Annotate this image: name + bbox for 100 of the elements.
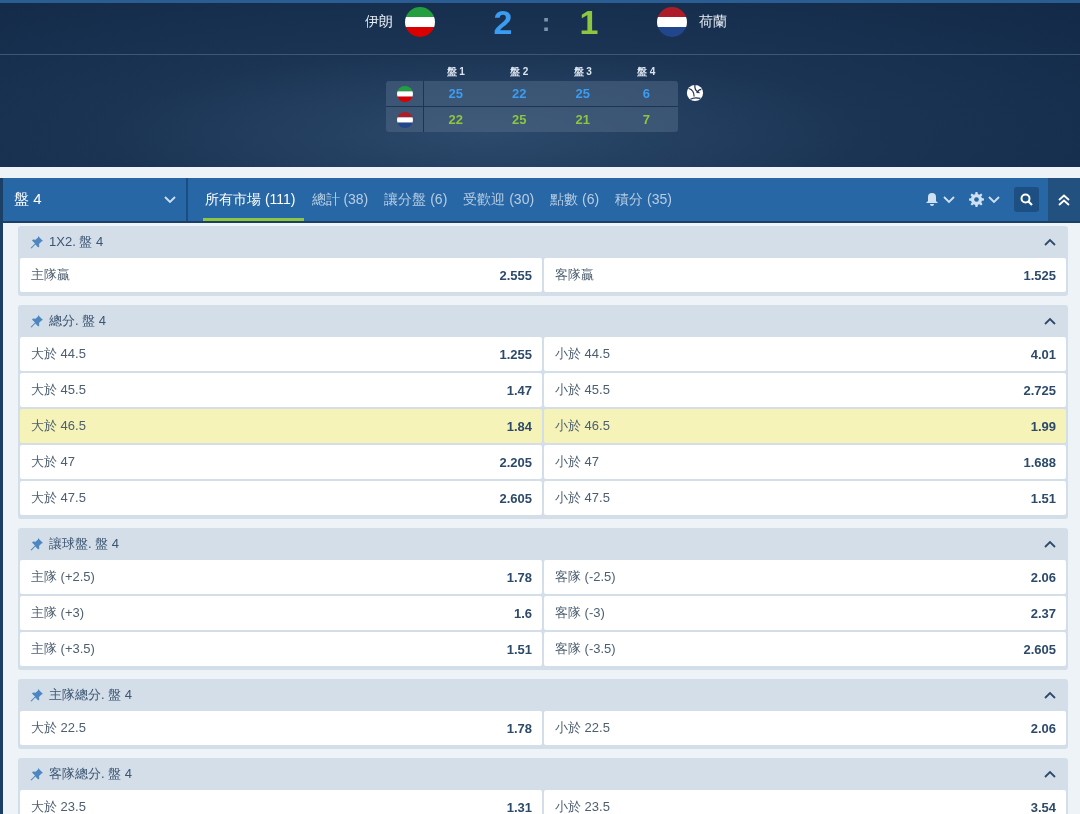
option-label: 主隊 (+3) — [31, 604, 85, 622]
option-label: 客隊 (-3) — [555, 604, 605, 622]
option-label: 客隊贏 — [555, 266, 594, 284]
odds-value: 1.51 — [1030, 490, 1056, 506]
odds-option[interactable]: 大於 22.5 1.78 — [20, 711, 542, 745]
market-tab[interactable]: 讓分盤 (6) — [376, 178, 456, 221]
option-label: 小於 45.5 — [555, 381, 610, 399]
odds-option[interactable]: 小於 47.5 1.51 — [544, 481, 1066, 515]
market-header[interactable]: 主隊總分. 盤 4 — [18, 679, 1068, 711]
odds-value: 1.78 — [506, 720, 532, 736]
market-tab[interactable]: 積分 (35) — [607, 178, 680, 221]
option-label: 客隊 (-2.5) — [555, 568, 616, 586]
option-label: 小於 22.5 — [555, 719, 610, 737]
odds-option[interactable]: 小於 22.5 2.06 — [544, 711, 1066, 745]
notifications-button[interactable] — [925, 192, 955, 207]
option-label: 主隊 (+3.5) — [31, 640, 95, 658]
caret-icon[interactable] — [1044, 769, 1056, 779]
settings-icon — [969, 192, 984, 207]
odds-option[interactable]: 小於 46.5 1.99 — [544, 409, 1066, 443]
odds-option[interactable]: 大於 23.5 1.31 — [20, 790, 542, 814]
odds-option[interactable]: 客隊贏 1.525 — [544, 258, 1066, 292]
odds-option[interactable]: 客隊 (-2.5) 2.06 — [544, 560, 1066, 594]
option-label: 小於 46.5 — [555, 417, 610, 435]
bell-icon — [925, 192, 939, 207]
odds-value: 1.525 — [1023, 267, 1056, 283]
double-chevron-up-icon — [1058, 193, 1070, 206]
search-icon — [1020, 193, 1033, 206]
option-label: 大於 46.5 — [31, 417, 86, 435]
set-header: 盤 3 — [572, 65, 593, 79]
odds-value: 4.01 — [1030, 346, 1056, 362]
odds-option[interactable]: 小於 23.5 3.54 — [544, 790, 1066, 814]
market-title: 主隊總分. 盤 4 — [49, 686, 134, 704]
caret-icon[interactable] — [1044, 539, 1056, 549]
option-label: 大於 47.5 — [31, 489, 86, 507]
odds-option[interactable]: 小於 44.5 4.01 — [544, 337, 1066, 371]
market-header[interactable]: 1X2. 盤 4 — [18, 226, 1068, 258]
odds-option[interactable]: 大於 47 2.205 — [20, 445, 542, 479]
market-header[interactable]: 客隊總分. 盤 4 — [18, 758, 1068, 790]
odds-value: 2.37 — [1030, 605, 1056, 621]
market-title: 1X2. 盤 4 — [49, 233, 105, 251]
odds-option[interactable]: 大於 44.5 1.255 — [20, 337, 542, 371]
market-tab[interactable]: 受歡迎 (30) — [455, 178, 543, 221]
option-label: 大於 22.5 — [31, 719, 86, 737]
set-score: 25 — [447, 86, 464, 101]
market-tab[interactable]: 點數 (6) — [542, 178, 608, 221]
pin-icon — [30, 688, 43, 702]
odds-value: 1.6 — [513, 605, 532, 621]
collapse-button[interactable] — [1048, 178, 1080, 221]
set-score: 21 — [574, 112, 591, 127]
odds-option[interactable]: 大於 47.5 2.605 — [20, 481, 542, 515]
market-title: 總分. 盤 4 — [49, 312, 108, 330]
odds-option[interactable]: 主隊 (+3.5) 1.51 — [20, 632, 542, 666]
caret-icon[interactable] — [1044, 237, 1056, 247]
odds-value: 1.99 — [1030, 418, 1056, 434]
odds-option[interactable]: 大於 45.5 1.47 — [20, 373, 542, 407]
odds-value: 1.84 — [506, 418, 532, 434]
odds-option[interactable]: 客隊 (-3.5) 2.605 — [544, 632, 1066, 666]
search-button[interactable] — [1014, 187, 1039, 212]
market-header[interactable]: 總分. 盤 4 — [18, 305, 1068, 337]
odds-value: 1.255 — [499, 346, 532, 362]
market-title: 客隊總分. 盤 4 — [49, 765, 134, 783]
period-dropdown[interactable]: 盤 4 — [3, 178, 188, 221]
caret-icon[interactable] — [1044, 316, 1056, 326]
odds-option[interactable]: 小於 45.5 2.725 — [544, 373, 1066, 407]
odds-option[interactable]: 小於 47 1.688 — [544, 445, 1066, 479]
option-label: 客隊 (-3.5) — [555, 640, 616, 658]
odds-option[interactable]: 主隊贏 2.555 — [20, 258, 542, 292]
option-label: 主隊 (+2.5) — [31, 568, 95, 586]
team-name: 伊朗 — [364, 13, 393, 31]
market-tab[interactable]: 總計 (38) — [303, 178, 377, 221]
set-header: 盤 2 — [509, 65, 530, 79]
option-label: 大於 23.5 — [31, 798, 86, 814]
odds-value: 2.205 — [499, 454, 532, 470]
set-header: 盤 4 — [636, 65, 657, 79]
team-score: 1 — [578, 2, 600, 42]
settings-button[interactable] — [969, 192, 1000, 207]
odds-option[interactable]: 客隊 (-3) 2.37 — [544, 596, 1066, 630]
option-label: 小於 44.5 — [555, 345, 610, 363]
odds-value: 2.725 — [1023, 382, 1056, 398]
odds-value: 2.555 — [499, 267, 532, 283]
set-score: 6 — [641, 86, 651, 101]
odds-value: 3.54 — [1030, 799, 1056, 814]
option-label: 小於 23.5 — [555, 798, 610, 814]
set-score: 7 — [641, 112, 651, 127]
odds-option[interactable]: 大於 46.5 1.84 — [20, 409, 542, 443]
team-score: 2 — [492, 2, 514, 42]
set-score: 22 — [511, 86, 528, 101]
set-score: 25 — [574, 86, 591, 101]
odds-value: 1.47 — [506, 382, 532, 398]
market-header[interactable]: 讓球盤. 盤 4 — [18, 528, 1068, 560]
odds-value: 1.688 — [1023, 454, 1056, 470]
odds-option[interactable]: 主隊 (+2.5) 1.78 — [20, 560, 542, 594]
pin-icon — [30, 537, 43, 551]
option-label: 大於 45.5 — [31, 381, 86, 399]
chevron-down-icon — [164, 195, 176, 204]
score-separator: : — [540, 6, 552, 38]
set-header: 盤 1 — [445, 65, 466, 79]
caret-icon[interactable] — [1044, 690, 1056, 700]
odds-option[interactable]: 主隊 (+3) 1.6 — [20, 596, 542, 630]
set-score: 22 — [447, 112, 464, 127]
